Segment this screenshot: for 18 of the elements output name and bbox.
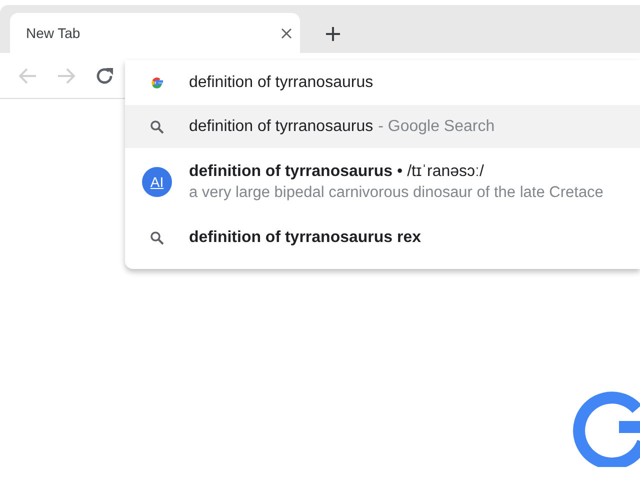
suggestion-item[interactable]: definition of tyrranosaurus rex bbox=[125, 216, 640, 259]
dictionary-icon: AI bbox=[142, 167, 172, 197]
close-icon[interactable] bbox=[281, 28, 292, 38]
reload-icon[interactable] bbox=[95, 66, 115, 86]
search-icon bbox=[150, 230, 164, 244]
suggestion-suffix: - Google Search bbox=[378, 118, 495, 136]
plus-icon[interactable] bbox=[326, 27, 340, 41]
tab-title: New Tab bbox=[26, 25, 80, 41]
suggestion-text: definition of tyrranosaurus rex bbox=[189, 228, 422, 246]
answer-title: definition of tyrranosaurus • /tɪˈranəsɔː/ bbox=[189, 162, 485, 180]
suggestion-item[interactable]: AI definition of tyrranosaurus • /tɪˈranəsɔː/ a very large bipedal carnivorous dinosaur of the late Cretace bbox=[125, 148, 640, 216]
logo-icon bbox=[149, 74, 165, 90]
omnibox-input[interactable]: definition of tyrranosaurus bbox=[189, 74, 374, 92]
browser-tab[interactable]: New Tab bbox=[10, 13, 300, 53]
suggestion-text: definition of tyrranosaurus bbox=[189, 118, 374, 136]
answer-description: a very large bipedal carnivorous dinosaur of the late Cretace bbox=[189, 184, 604, 202]
search-icon bbox=[150, 120, 164, 134]
suggestion-item[interactable]: definition of tyrranosaurus - Google Search bbox=[125, 105, 640, 148]
